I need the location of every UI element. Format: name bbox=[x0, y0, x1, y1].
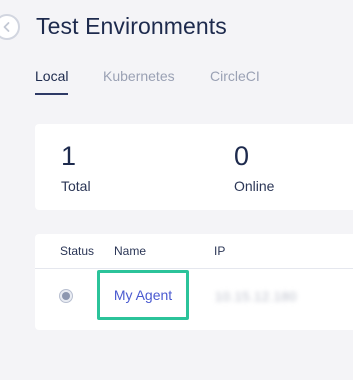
stat-total-label: Total bbox=[61, 178, 91, 194]
stat-online: 0 Online bbox=[234, 140, 274, 194]
stats-card: 1 Total 0 Online bbox=[35, 124, 353, 210]
agent-name-link[interactable]: My Agent bbox=[97, 270, 189, 320]
table-header-divider bbox=[35, 268, 353, 269]
stat-total: 1 Total bbox=[61, 140, 91, 194]
collapse-sidebar-button[interactable] bbox=[0, 14, 20, 40]
stat-online-label: Online bbox=[234, 178, 275, 194]
page-title: Test Environments bbox=[36, 13, 227, 39]
tab-circleci[interactable]: CircleCI bbox=[210, 68, 260, 95]
column-header-status: Status bbox=[60, 244, 95, 258]
column-header-ip: IP bbox=[214, 244, 226, 258]
column-header-name: Name bbox=[114, 244, 147, 258]
stat-online-value: 0 bbox=[234, 141, 250, 171]
chevron-left-icon bbox=[3, 22, 10, 32]
tab-kubernetes[interactable]: Kubernetes bbox=[103, 68, 175, 95]
status-dot bbox=[62, 292, 70, 300]
tab-local[interactable]: Local bbox=[35, 68, 69, 95]
agent-ip: 10.15.12.180 bbox=[215, 289, 297, 304]
agents-table: Status Name IP My Agent 10.15.12.180 bbox=[35, 234, 353, 330]
stat-total-value: 1 bbox=[61, 141, 77, 171]
status-indicator bbox=[59, 289, 73, 303]
